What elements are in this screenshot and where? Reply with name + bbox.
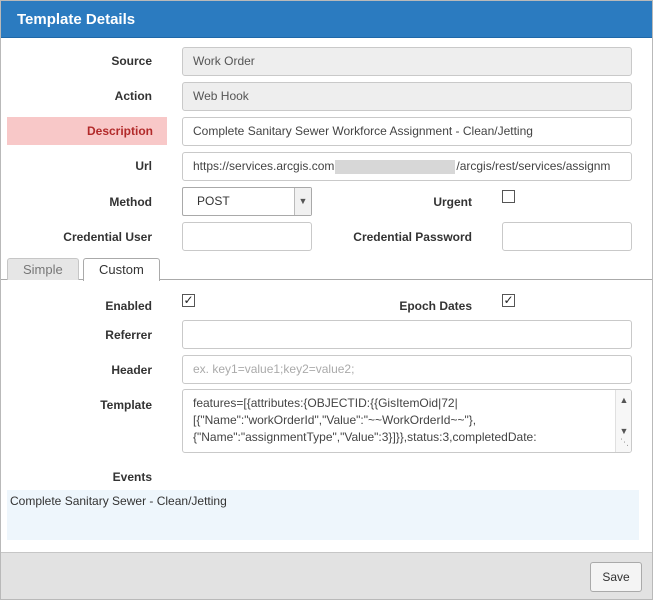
credential-password-label: Credential Password <box>353 230 472 244</box>
url-suffix: /arcgis/rest/services/assignm <box>456 159 611 173</box>
header-input[interactable]: ex. key1=value1;key2=value2; <box>182 355 632 384</box>
chevron-down-icon[interactable]: ▼ <box>294 188 311 215</box>
resize-grip-icon[interactable]: ⋱ <box>620 434 629 451</box>
description-input[interactable]: Complete Sanitary Sewer Workforce Assign… <box>182 117 632 146</box>
description-label: Description <box>7 117 167 145</box>
template-line: {"Name":"assignmentType","Value":3}]}},s… <box>193 430 537 444</box>
enabled-checkbox[interactable]: ✓ <box>182 294 195 307</box>
source-label: Source <box>111 54 152 68</box>
events-label: Events <box>112 470 152 484</box>
method-label: Method <box>109 195 152 209</box>
epoch-dates-label: Epoch Dates <box>399 299 472 313</box>
events-list[interactable]: Complete Sanitary Sewer - Clean/Jetting <box>7 490 639 540</box>
urgent-checkbox[interactable] <box>502 190 515 203</box>
tab-custom[interactable]: Custom <box>83 258 160 281</box>
url-label: Url <box>135 159 152 173</box>
dialog-footer: Save <box>1 552 652 599</box>
redacted-block <box>335 159 456 174</box>
dialog-title: Template Details <box>1 1 652 38</box>
scroll-up-icon[interactable]: ▲ <box>616 392 631 409</box>
url-input[interactable]: https://services.arcgis.com/arcgis/rest/… <box>182 152 632 181</box>
action-label: Action <box>114 89 152 103</box>
checkmark-icon: ✓ <box>183 293 194 307</box>
checkmark-icon: ✓ <box>503 293 514 307</box>
source-field: Work Order <box>182 47 632 76</box>
template-details-dialog: Template Details Source Work Order Actio… <box>0 0 653 600</box>
method-select[interactable]: POST ▼ <box>182 187 312 216</box>
referrer-input[interactable] <box>182 320 632 349</box>
enabled-label: Enabled <box>105 299 152 313</box>
tab-simple[interactable]: Simple <box>7 258 79 280</box>
epoch-dates-checkbox[interactable]: ✓ <box>502 294 515 307</box>
template-scrollbar[interactable]: ▲ ▼ ⋱ <box>615 390 631 452</box>
template-textarea[interactable]: features=[{attributes:{OBJECTID:{{GisIte… <box>182 389 632 453</box>
action-field: Web Hook <box>182 82 632 111</box>
list-item[interactable]: Complete Sanitary Sewer - Clean/Jetting <box>10 494 636 508</box>
header-label: Header <box>111 363 152 377</box>
method-selected-value: POST <box>197 194 230 208</box>
credential-user-label: Credential User <box>63 230 152 244</box>
save-button[interactable]: Save <box>590 562 642 592</box>
template-line: features=[{attributes:{OBJECTID:{{GisIte… <box>193 396 458 410</box>
urgent-label: Urgent <box>433 195 472 209</box>
credential-password-input[interactable] <box>502 222 632 251</box>
template-line: [{"Name":"workOrderId","Value":"~~WorkOr… <box>193 413 477 427</box>
referrer-label: Referrer <box>105 328 152 342</box>
credential-user-input[interactable] <box>182 222 312 251</box>
url-prefix: https://services.arcgis.com <box>193 159 335 173</box>
template-label: Template <box>100 398 152 412</box>
